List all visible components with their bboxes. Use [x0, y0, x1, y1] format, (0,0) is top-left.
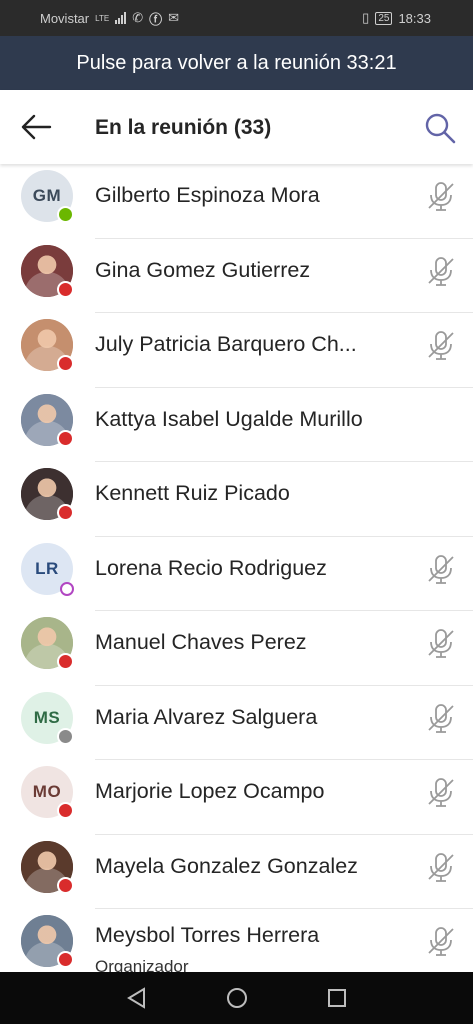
presence-busy-icon [57, 280, 74, 298]
avatar-initials: GM [32, 186, 62, 205]
app-header: En la reunión (33) [0, 90, 473, 164]
presence-busy-icon [57, 653, 74, 670]
avatar [21, 393, 74, 447]
participant-row[interactable]: Kennett Ruiz Picado [0, 462, 473, 537]
page-title: En la reunión (33) [95, 116, 272, 139]
participant-row[interactable]: Gina Gomez Gutierrez [0, 239, 473, 313]
participant-name: Kattya Isabel Ugalde Murillo [95, 406, 363, 431]
avatar [21, 915, 74, 968]
avatar [21, 617, 74, 670]
avatar [21, 244, 74, 298]
participant-row[interactable]: Manuel Chaves Perez [0, 611, 473, 686]
mic-muted-icon [425, 627, 457, 659]
participant-row[interactable]: Meysbol Torres Herrera Organizador [0, 909, 473, 972]
status-bar: Movistar LTE ✆ ⓕ ✉ ▯ 25 18:33 [0, 0, 473, 36]
participant-name: Marjorie Lopez Ocampo [95, 779, 325, 803]
battery-icon: 25 [375, 11, 393, 25]
banner-text: Pulse para volver a la reunión 33:21 [76, 51, 397, 74]
avatar: LR [21, 542, 74, 596]
mic-muted-icon [425, 702, 457, 734]
presence-busy-icon [57, 504, 74, 521]
participant-name: Mayela Gonzalez Gonzalez [95, 853, 358, 878]
android-nav-bar [0, 972, 473, 1024]
participant-name: Maria Alvarez Salguera [95, 704, 318, 729]
participant-list: GM Gilberto Espinoza Mora Gina Gomez Gutie… [0, 164, 473, 972]
mic-muted-icon [425, 553, 457, 585]
back-nav-icon[interactable] [126, 987, 148, 1009]
signal-icon [115, 12, 127, 24]
presence-busy-icon [57, 429, 74, 447]
mail-icon: ✉ [168, 10, 180, 25]
participant-row[interactable]: GM Gilberto Espinoza Mora [0, 164, 473, 239]
presence-offline-icon [57, 727, 74, 745]
participant-name: Kennett Ruiz Picado [95, 481, 290, 505]
presence-busy-icon [57, 355, 74, 372]
recents-nav-icon[interactable] [326, 987, 348, 1009]
carrier-label: Movistar [40, 10, 90, 26]
participant-row[interactable]: July Patricia Barquero Ch... [0, 313, 473, 388]
avatar [21, 840, 74, 894]
avatar: GM [21, 170, 74, 223]
mic-muted-icon [425, 776, 457, 808]
avatar [21, 468, 74, 521]
presence-away-icon [60, 581, 74, 596]
mic-muted-icon [425, 925, 457, 957]
mic-muted-icon [425, 851, 457, 883]
participant-row[interactable]: Kattya Isabel Ugalde Murillo [0, 388, 473, 462]
home-nav-icon[interactable] [226, 987, 248, 1009]
vibrate-icon: ▯ [362, 10, 370, 25]
participant-row[interactable]: MO Marjorie Lopez Ocampo [0, 760, 473, 835]
presence-busy-icon [57, 802, 74, 819]
avatar: MO [21, 766, 74, 819]
mic-muted-icon [425, 255, 457, 287]
participant-name: Lorena Recio Rodriguez [95, 555, 327, 580]
avatar-initials: MO [32, 782, 62, 801]
search-icon[interactable] [424, 112, 456, 144]
presence-busy-icon [57, 876, 74, 894]
return-to-meeting-banner[interactable]: Pulse para volver a la reunión 33:21 [0, 36, 473, 90]
participant-name: Manuel Chaves Perez [95, 630, 307, 654]
participant-row[interactable]: MS Maria Alvarez Salguera [0, 686, 473, 760]
mic-muted-icon [425, 180, 457, 212]
participant-name: Meysbol Torres Herrera [95, 923, 320, 947]
time-label: 18:33 [398, 10, 431, 26]
participant-name: Gilberto Espinoza Mora [95, 183, 320, 207]
participant-role: Organizador [95, 957, 189, 972]
back-arrow-icon[interactable] [20, 112, 52, 142]
network-label: LTE [95, 13, 110, 23]
presence-dnd-icon [57, 951, 74, 968]
participant-row[interactable]: Mayela Gonzalez Gonzalez [0, 835, 473, 909]
presence-available-icon [57, 206, 74, 223]
avatar-initials: MS [33, 707, 61, 727]
participant-name: Gina Gomez Gutierrez [95, 257, 311, 282]
participant-name: July Patricia Barquero Ch... [95, 332, 357, 356]
avatar: MS [21, 691, 74, 745]
avatar-initials: LR [35, 558, 59, 578]
avatar [21, 319, 74, 372]
facebook-icon: ⓕ [149, 11, 163, 27]
phone-icon: ✆ [132, 10, 144, 25]
participant-row[interactable]: LR Lorena Recio Rodriguez [0, 537, 473, 611]
mic-muted-icon [425, 329, 457, 361]
